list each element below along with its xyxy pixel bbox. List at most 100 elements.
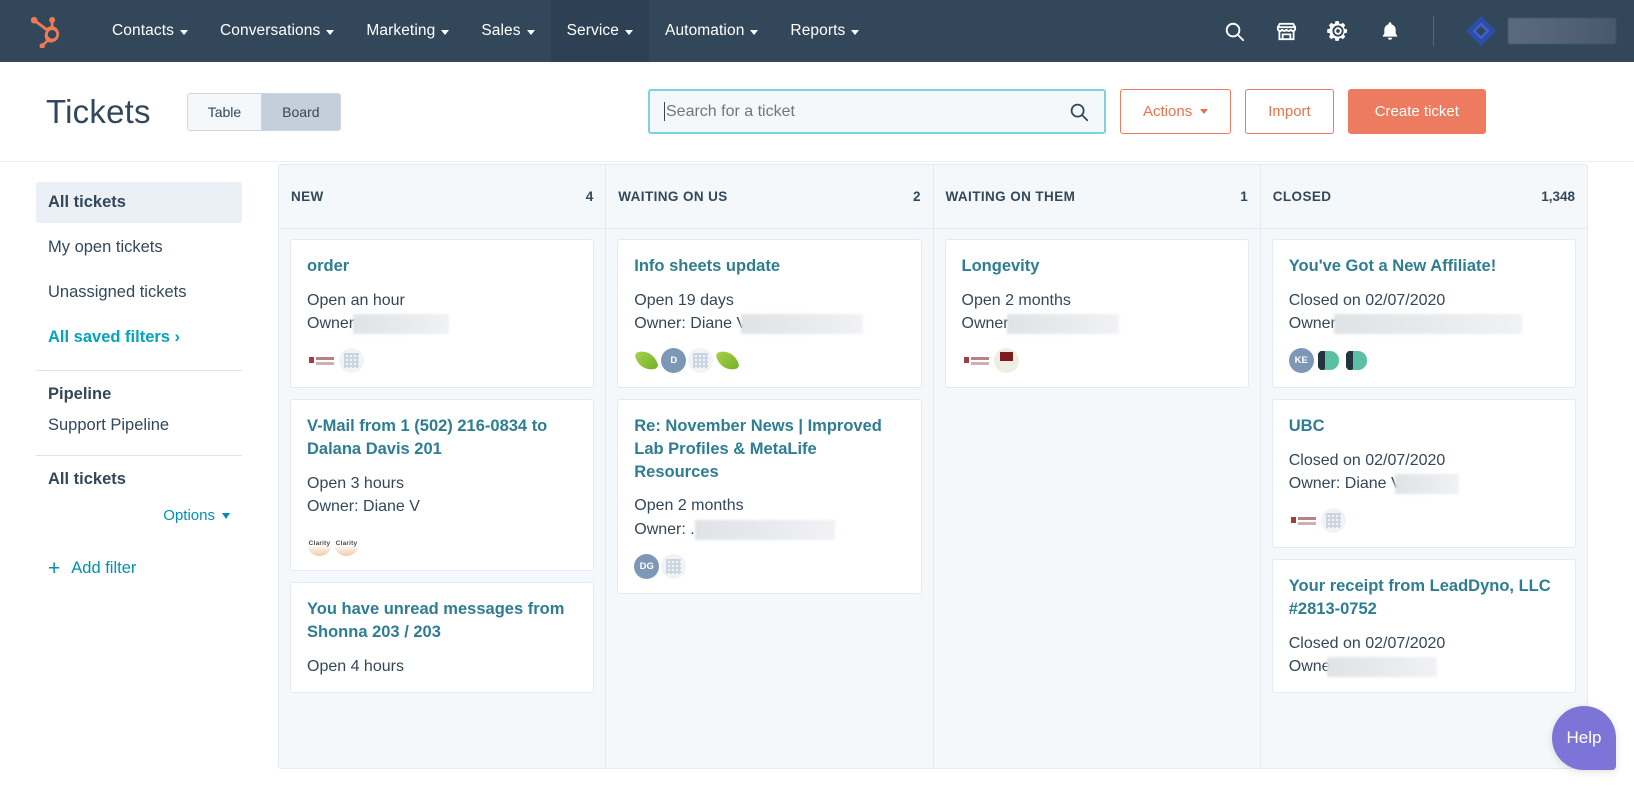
nav-item-marketing[interactable]: Marketing: [350, 0, 465, 62]
add-filter-button[interactable]: + Add filter: [36, 524, 242, 579]
column-count: 1,348: [1541, 189, 1575, 204]
ticket-title[interactable]: order: [307, 255, 577, 278]
ticket-title[interactable]: You have unread messages from Shonna 203…: [307, 598, 577, 644]
account-switcher[interactable]: [1464, 14, 1616, 48]
nav-item-automation[interactable]: Automation: [649, 0, 774, 62]
ticket-title[interactable]: V-Mail from 1 (502) 216-0834 to Dalana D…: [307, 415, 577, 461]
sidebar-item-all-saved-filters[interactable]: All saved filters ›: [36, 317, 242, 358]
ticket-owner-label: Owner:: [961, 314, 1014, 332]
ticket-card[interactable]: Longevity Open 2 months Owner:: [944, 239, 1249, 389]
ticket-associations: [961, 348, 1232, 374]
initials-dg-avatar[interactable]: DG: [634, 553, 660, 579]
kanban-columns: NEW 4 order Open an hour Owner: V-Mail from 1…: [278, 164, 1588, 769]
leaf-logo-icon[interactable]: [715, 348, 740, 373]
pipeline-value[interactable]: Support Pipeline: [36, 412, 242, 443]
column-header: WAITING ON US 2: [606, 165, 933, 229]
ticket-title[interactable]: UBC: [1289, 415, 1559, 438]
chevron-down-icon: [750, 29, 759, 35]
ticket-card[interactable]: Your receipt from LeadDyno, LLC #2813-07…: [1271, 559, 1576, 694]
ticket-status: Open an hour: [307, 291, 405, 309]
ticket-owner: Owner:: [962, 312, 1232, 335]
grid-avatar-icon[interactable]: [661, 553, 687, 579]
redacted-owner-name: [1334, 313, 1523, 334]
column-cards: You've Got a New Affiliate! Closed on 02/…: [1261, 229, 1587, 768]
filters-sidebar: All tickets My open tickets Unassigned t…: [0, 162, 278, 785]
column-cards: Info sheets update Open 19 days Owner: Dia…: [606, 229, 932, 768]
ticket-owner-label: Owner:: [307, 314, 359, 332]
clarity-logo-icon[interactable]: Clarity: [307, 531, 332, 557]
search-icon[interactable]: [1221, 18, 1247, 44]
ticket-title[interactable]: Longevity: [962, 255, 1232, 278]
help-button[interactable]: Help: [1552, 706, 1616, 770]
hubspot-logo[interactable]: [0, 0, 96, 62]
nav-item-label: Marketing: [366, 22, 436, 39]
sidebar-item-unassigned-tickets[interactable]: Unassigned tickets: [36, 272, 242, 313]
sidebar-item-all-tickets[interactable]: All tickets: [36, 182, 242, 223]
nav-item-label: Automation: [665, 22, 745, 39]
sidebar-item-my-open-tickets[interactable]: My open tickets: [36, 227, 242, 268]
nav-item-label: Service: [566, 22, 619, 39]
ticket-owner-label: Owner: Diane V: [307, 497, 420, 515]
kanban-column: NEW 4 order Open an hour Owner: V-Mail from 1…: [279, 165, 607, 768]
notifications-bell-icon[interactable]: [1377, 18, 1403, 44]
import-button[interactable]: Import: [1245, 89, 1334, 134]
grid-avatar-icon[interactable]: [1320, 508, 1346, 534]
grid-avatar-icon[interactable]: [339, 348, 364, 374]
nav-item-reports[interactable]: Reports: [774, 0, 875, 62]
column-header: NEW 4: [279, 165, 606, 229]
align-life-logo-icon[interactable]: [1288, 512, 1319, 529]
ticket-title[interactable]: You've Got a New Affiliate!: [1289, 255, 1559, 278]
leaddyno-logo-icon[interactable]: [1316, 348, 1342, 373]
ticket-owner-label: Owner: Diane V: [634, 314, 748, 332]
clarity-logo-icon[interactable]: Clarity: [334, 531, 359, 557]
ticket-card[interactable]: order Open an hour Owner:: [290, 239, 595, 389]
align-life-circle-icon[interactable]: [993, 348, 1019, 374]
tab-table-view[interactable]: Table: [187, 93, 262, 130]
hubspot-sprocket-icon: [31, 16, 60, 48]
column-header: CLOSED 1,348: [1260, 165, 1587, 229]
kanban-column: WAITING ON THEM 1 Longevity Open 2 months Ow…: [933, 165, 1261, 768]
nav-item-contacts[interactable]: Contacts: [96, 0, 204, 62]
tab-board-view[interactable]: Board: [261, 93, 340, 130]
ticket-card[interactable]: Re: November News | Improved Lab Profile…: [617, 399, 922, 594]
ticket-card[interactable]: V-Mail from 1 (502) 216-0834 to Dalana D…: [290, 399, 595, 572]
leaddyno-logo-icon[interactable]: [1344, 348, 1370, 373]
ticket-card[interactable]: You've Got a New Affiliate! Closed on 02/…: [1271, 239, 1576, 389]
chevron-down-icon: [1200, 109, 1209, 114]
initials-d-avatar[interactable]: D: [661, 348, 687, 374]
search-input[interactable]: [666, 102, 1068, 121]
marketplace-icon[interactable]: [1273, 18, 1299, 44]
actions-button-label: Actions: [1143, 103, 1193, 120]
ticket-owner: Owner: .: [634, 518, 904, 541]
nav-item-service[interactable]: Service: [550, 0, 649, 62]
ticket-card[interactable]: UBC Closed on 02/07/2020 Owner: Diane V: [1271, 399, 1576, 549]
settings-gear-icon[interactable]: [1325, 18, 1351, 44]
chevron-down-icon: [326, 29, 335, 35]
ticket-owner: Owner: [1289, 655, 1559, 678]
leaf-logo-icon[interactable]: [634, 348, 659, 373]
ticket-owner: Owner: Diane V: [1289, 472, 1559, 495]
ticket-search-box[interactable]: [648, 89, 1106, 134]
align-life-logo-icon[interactable]: [307, 352, 337, 369]
ticket-title[interactable]: Info sheets update: [634, 255, 904, 278]
ticket-associations: [307, 348, 577, 374]
grid-avatar-icon[interactable]: [688, 348, 714, 374]
top-navigation-bar: Contacts Conversations Marketing Sales S…: [0, 0, 1634, 62]
nav-item-conversations[interactable]: Conversations: [204, 0, 350, 62]
nav-item-label: Sales: [481, 22, 521, 39]
actions-button[interactable]: Actions: [1120, 89, 1232, 134]
create-ticket-button[interactable]: Create ticket: [1347, 89, 1486, 134]
column-name: WAITING ON THEM: [945, 189, 1076, 204]
ticket-card[interactable]: Info sheets update Open 19 days Owner: Dia…: [617, 239, 922, 389]
ticket-title[interactable]: Your receipt from LeadDyno, LLC #2813-07…: [1289, 575, 1559, 621]
ticket-owner: Owner:: [1289, 312, 1559, 335]
search-icon[interactable]: [1068, 101, 1090, 123]
initials-ke-avatar[interactable]: KE: [1288, 348, 1314, 374]
ticket-card[interactable]: You have unread messages from Shonna 203…: [290, 582, 595, 693]
ticket-title[interactable]: Re: November News | Improved Lab Profile…: [634, 415, 904, 483]
ticket-associations: D: [634, 348, 904, 374]
ticket-status: Closed on 02/07/2020: [1288, 634, 1446, 652]
options-dropdown[interactable]: Options: [163, 507, 230, 524]
nav-item-sales[interactable]: Sales: [465, 0, 550, 62]
align-life-logo-icon[interactable]: [961, 352, 992, 369]
